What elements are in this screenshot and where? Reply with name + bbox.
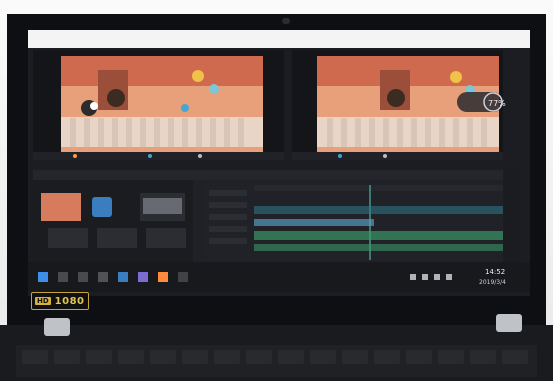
keyboard	[16, 345, 537, 377]
resolution-label: 1080	[54, 295, 85, 307]
screen-top-bar	[28, 30, 530, 48]
taskbar-time: 14:52	[485, 268, 505, 276]
premiere-bottom-ui	[33, 170, 519, 262]
hd-label: HD	[35, 297, 51, 305]
overlay-percent-text: 77%	[488, 99, 506, 108]
taskbar: 14:52 2019/3/4	[28, 262, 530, 292]
webcam	[282, 18, 290, 24]
hinge-left	[44, 318, 70, 336]
overlay-percent: 77%	[457, 92, 506, 112]
hinge-right	[496, 314, 522, 332]
source-monitor	[33, 50, 284, 160]
taskbar-date: 2019/3/4	[479, 279, 506, 286]
hd-badge: HD 1080	[31, 292, 89, 310]
laptop-photo: 77% 14:52 2019/3/4	[0, 14, 553, 381]
photo-scene: 77% 14:52 2019/3/4 HD 1080	[0, 0, 553, 381]
